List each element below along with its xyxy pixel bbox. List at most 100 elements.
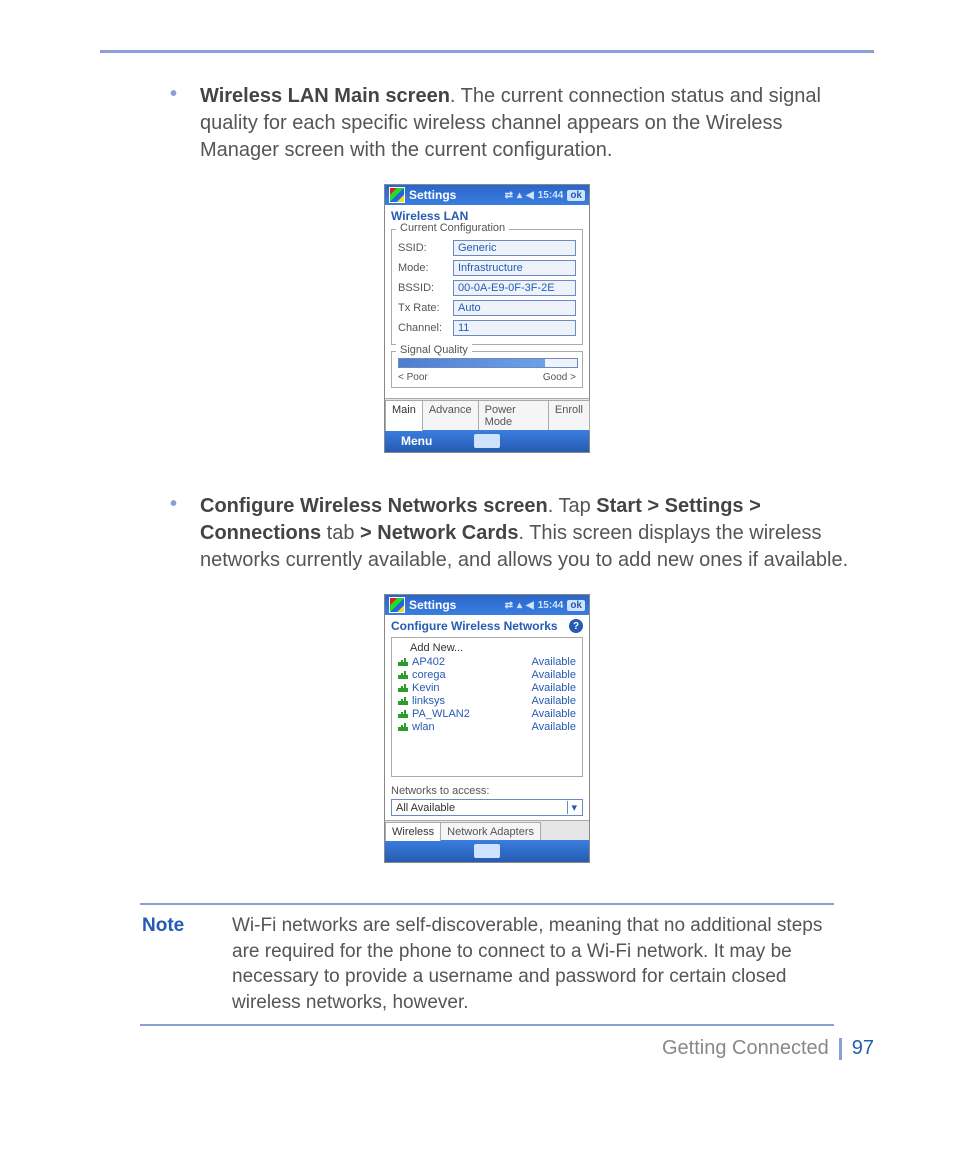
note-label: Note [142, 913, 232, 1016]
tab-wireless[interactable]: Wireless [385, 822, 441, 841]
wifi-signal-icon [398, 658, 408, 666]
top-rule [100, 50, 874, 53]
signal-quality-group: Signal Quality < Poor Good > [391, 351, 583, 388]
network-row[interactable]: linksys Available [398, 695, 576, 707]
bullet-1-title: Wireless LAN Main screen [200, 85, 450, 107]
signal-poor-label: < Poor [398, 372, 428, 383]
footer-section: Getting Connected [662, 1037, 829, 1060]
ssid-input[interactable]: Generic [453, 240, 576, 256]
bullet-2-path2: > Network Cards [360, 522, 518, 544]
bssid-input[interactable]: 00-0A-E9-0F-3F-2E [453, 280, 576, 296]
wifi-signal-icon [398, 684, 408, 692]
wifi-signal-icon [398, 710, 408, 718]
menu-button[interactable]: Menu [401, 434, 432, 448]
network-status: Available [532, 695, 576, 707]
signal-good-label: Good > [543, 372, 576, 383]
chevron-down-icon: ▾ [567, 801, 580, 814]
networks-list[interactable]: Add New... AP402 Available corega Available… [391, 637, 583, 777]
pda-menubar [385, 840, 589, 862]
pda-title: Settings [409, 188, 505, 202]
network-row[interactable]: PA_WLAN2 Available [398, 708, 576, 720]
network-name: AP402 [412, 656, 445, 668]
network-name: wlan [412, 721, 435, 733]
channel-label: Channel: [398, 322, 453, 334]
pda-title: Settings [409, 598, 505, 612]
pda-subtitle-text: Configure Wireless Networks [391, 619, 558, 633]
signal-icon: ▴ [517, 190, 522, 201]
bullet-mark-icon: • [170, 83, 200, 164]
network-row[interactable]: wlan Available [398, 721, 576, 733]
pda-titlebar: Settings ⇄ ▴ ◀ 15:44 ok [385, 595, 589, 615]
wifi-signal-icon [398, 671, 408, 679]
pda-subtitle-text: Wireless LAN [391, 209, 468, 223]
networks-access-label: Networks to access: [391, 785, 583, 797]
txrate-label: Tx Rate: [398, 302, 453, 314]
network-status: Available [532, 708, 576, 720]
ssid-label: SSID: [398, 242, 453, 254]
volume-icon: ◀ [526, 600, 534, 611]
ok-button[interactable]: ok [567, 190, 585, 201]
current-config-legend: Current Configuration [396, 222, 509, 234]
current-config-group: Current Configuration SSID: Generic Mode… [391, 229, 583, 345]
signal-quality-legend: Signal Quality [396, 344, 472, 356]
network-status: Available [532, 682, 576, 694]
wifi-signal-icon [398, 723, 408, 731]
pda-titlebar: Settings ⇄ ▴ ◀ 15:44 ok [385, 185, 589, 205]
status-icons: ⇄ ▴ ◀ 15:44 ok [505, 600, 585, 611]
footer-separator [839, 1038, 842, 1060]
tab-network-adapters[interactable]: Network Adapters [440, 822, 541, 841]
windows-flag-icon [389, 597, 405, 613]
keyboard-icon[interactable] [474, 844, 500, 858]
mode-label: Mode: [398, 262, 453, 274]
tab-power-mode[interactable]: Power Mode [478, 400, 549, 431]
tab-enroll[interactable]: Enroll [548, 400, 590, 431]
network-status: Available [532, 721, 576, 733]
pda-subtitle: Configure Wireless Networks ? [385, 615, 589, 635]
network-row[interactable]: corega Available [398, 669, 576, 681]
add-new-item[interactable]: Add New... [398, 642, 576, 654]
signal-bar [398, 358, 578, 368]
note-box: Note Wi-Fi networks are self-discoverabl… [140, 903, 834, 1026]
windows-flag-icon [389, 187, 405, 203]
tab-advance[interactable]: Advance [422, 400, 479, 431]
bullet-1: • Wireless LAN Main screen. The current … [170, 83, 864, 164]
pda-screen-wlan: Settings ⇄ ▴ ◀ 15:44 ok Wireless LAN Cur… [384, 184, 590, 453]
pda-tabs: Main Advance Power Mode Enroll [385, 398, 589, 430]
bullet-2-text: Configure Wireless Networks screen. Tap … [200, 493, 864, 574]
txrate-input[interactable]: Auto [453, 300, 576, 316]
bullet-2-title: Configure Wireless Networks screen [200, 495, 548, 517]
network-name: PA_WLAN2 [412, 708, 470, 720]
network-row[interactable]: KevinAvailable [398, 682, 576, 694]
wifi-signal-icon [398, 697, 408, 705]
networks-access-dropdown[interactable]: All Available ▾ [391, 799, 583, 816]
footer-page-number: 97 [852, 1037, 874, 1060]
status-icons: ⇄ ▴ ◀ 15:44 ok [505, 190, 585, 201]
mode-input[interactable]: Infrastructure [453, 260, 576, 276]
clock-text: 15:44 [538, 600, 564, 611]
pda-screen-configure-networks: Settings ⇄ ▴ ◀ 15:44 ok Configure Wirele… [384, 594, 590, 863]
bssid-label: BSSID: [398, 282, 453, 294]
pda-menubar: Menu [385, 430, 589, 452]
network-row[interactable]: AP402 Available [398, 656, 576, 668]
volume-icon: ◀ [526, 190, 534, 201]
networks-access-value: All Available [396, 802, 455, 814]
keyboard-icon[interactable] [474, 434, 500, 448]
network-name: linksys [412, 695, 445, 707]
page-footer: Getting Connected 97 [662, 1037, 874, 1060]
pda-tabs: Wireless Network Adapters [385, 820, 589, 840]
bullet-2-t1: . Tap [548, 495, 597, 517]
tab-main[interactable]: Main [385, 400, 423, 431]
network-name: corega [412, 669, 446, 681]
bullet-2-t2: tab [321, 522, 360, 544]
channel-input[interactable]: 11 [453, 320, 576, 336]
network-status: Available [532, 669, 576, 681]
bullet-1-text: Wireless LAN Main screen. The current co… [200, 83, 864, 164]
bullet-mark-icon: • [170, 493, 200, 574]
ok-button[interactable]: ok [567, 600, 585, 611]
clock-text: 15:44 [538, 190, 564, 201]
connectivity-icon: ⇄ [505, 190, 513, 201]
help-icon[interactable]: ? [569, 619, 583, 633]
note-text: Wi-Fi networks are self-discoverable, me… [232, 913, 832, 1016]
network-status: Available [532, 656, 576, 668]
connectivity-icon: ⇄ [505, 600, 513, 611]
